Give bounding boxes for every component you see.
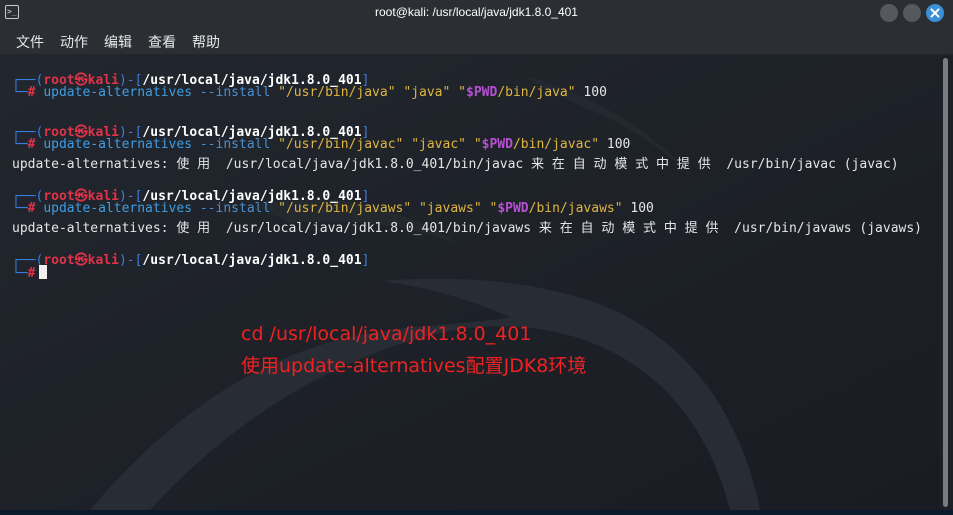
close-button[interactable] — [926, 4, 944, 22]
scrollbar-thumb[interactable] — [943, 58, 948, 507]
command-line: └─# update-alternatives --install "/usr/… — [12, 85, 607, 100]
command-output: update-alternatives: 使 用 /usr/local/java… — [12, 157, 899, 172]
window-title: root@kali: /usr/local/java/jdk1.8.0_401 — [375, 5, 578, 19]
menu-view[interactable]: 查看 — [148, 32, 176, 52]
vertical-scrollbar[interactable] — [940, 55, 953, 510]
desktop-background-strip — [0, 510, 953, 515]
prompt-line: ┌──(root㉿kali)-[/usr/local/java/jdk1.8.0… — [12, 253, 370, 268]
command-output: update-alternatives: 使 用 /usr/local/java… — [12, 221, 923, 236]
menu-action[interactable]: 动作 — [60, 32, 88, 52]
menu-help[interactable]: 帮助 — [192, 32, 220, 52]
terminal-output[interactable]: ┌──(root㉿kali)-[/usr/local/java/jdk1.8.0… — [0, 55, 940, 510]
menu-edit[interactable]: 编辑 — [104, 32, 132, 52]
annotation-line-1: cd /usr/local/java/jdk1.8.0_401 — [241, 323, 532, 345]
menu-bar: 文件 动作 编辑 查看 帮助 — [0, 26, 953, 55]
annotation-line-2: 使用update-alternatives配置JDK8环境 — [241, 355, 587, 377]
minimize-button[interactable] — [880, 4, 898, 22]
text-cursor — [39, 265, 48, 279]
command-line: └─# update-alternatives --install "/usr/… — [12, 137, 631, 152]
command-line: └─# update-alternatives --install "/usr/… — [12, 201, 654, 216]
title-bar[interactable]: >_ root@kali: /usr/local/java/jdk1.8.0_4… — [0, 0, 953, 26]
maximize-button[interactable] — [903, 4, 921, 22]
active-command-line[interactable]: └─# — [12, 265, 48, 281]
terminal-window: >_ root@kali: /usr/local/java/jdk1.8.0_4… — [0, 0, 953, 515]
menu-file[interactable]: 文件 — [16, 32, 44, 52]
